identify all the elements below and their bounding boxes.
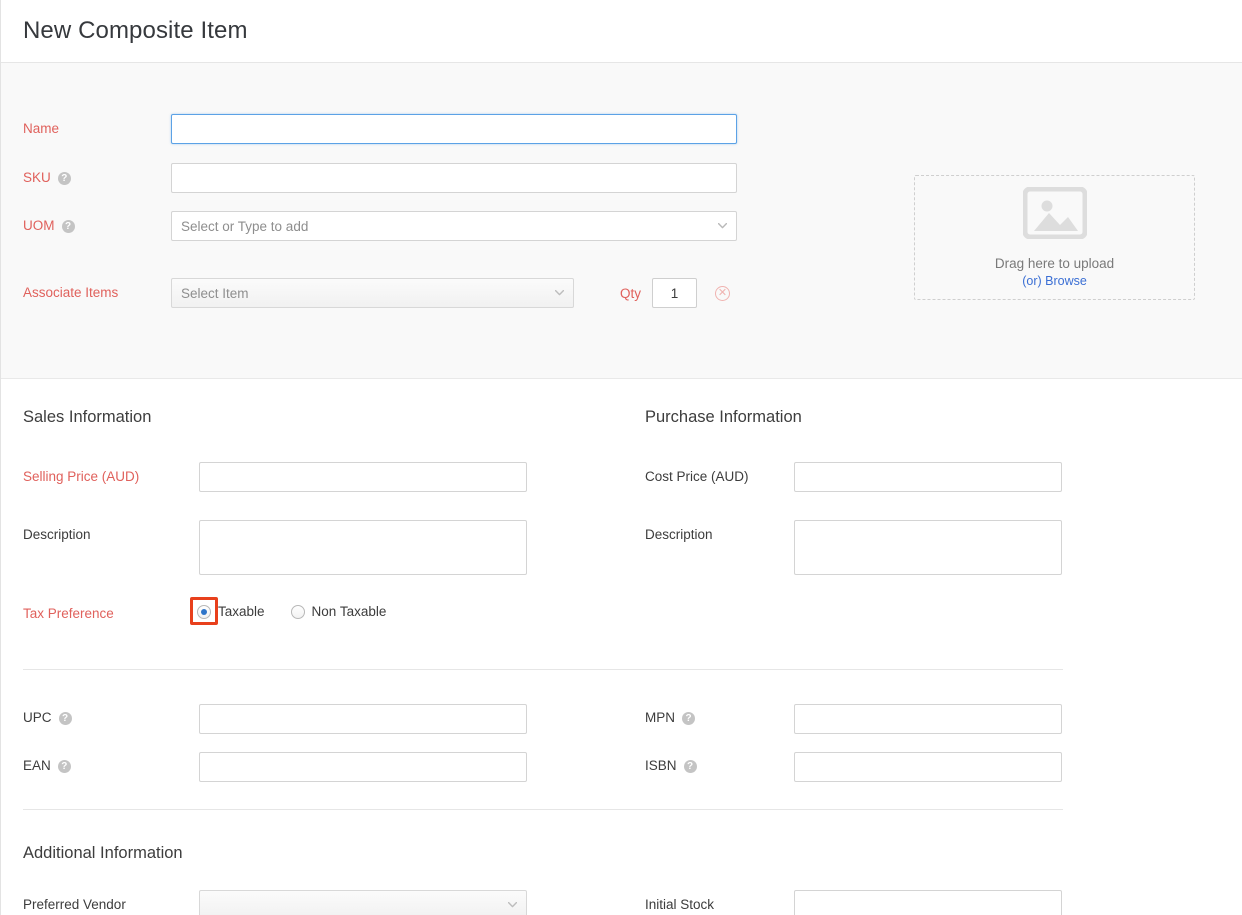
sku-input[interactable] bbox=[171, 163, 737, 193]
uom-select[interactable]: Select or Type to add bbox=[171, 211, 737, 241]
radio-non-taxable[interactable] bbox=[291, 605, 305, 619]
upload-drag-text: Drag here to upload bbox=[995, 256, 1114, 271]
label-uom-text: UOM bbox=[23, 218, 55, 234]
page-title: New Composite Item bbox=[23, 17, 248, 45]
page-header: New Composite Item bbox=[1, 0, 1242, 63]
radio-taxable-label[interactable]: Taxable bbox=[218, 604, 265, 619]
chevron-down-icon bbox=[508, 902, 517, 908]
radio-taxable[interactable] bbox=[197, 605, 211, 619]
label-qty: Qty bbox=[620, 286, 641, 301]
radio-taxable-dot bbox=[201, 609, 207, 615]
label-selling-price: Selling Price (AUD) bbox=[23, 469, 139, 485]
label-preferred-vendor: Preferred Vendor bbox=[23, 897, 126, 913]
name-control bbox=[171, 114, 737, 144]
associate-items-controls: Select Item Qty ✕ bbox=[171, 278, 730, 308]
label-upc-text: UPC bbox=[23, 710, 52, 726]
details-section: Sales Information Purchase Information S… bbox=[1, 379, 1242, 915]
image-upload-dropzone[interactable]: Drag here to upload (or) Browse bbox=[914, 175, 1195, 300]
label-tax-preference: Tax Preference bbox=[23, 606, 114, 622]
divider-additional bbox=[23, 809, 1063, 810]
purchase-description-textarea[interactable] bbox=[794, 520, 1062, 575]
field-row-uom: UOM ? Select or Type to add bbox=[23, 211, 783, 241]
label-ean-text: EAN bbox=[23, 758, 51, 774]
chevron-down-icon bbox=[718, 223, 727, 229]
help-icon-uom[interactable]: ? bbox=[62, 220, 75, 233]
qty-input[interactable] bbox=[652, 278, 697, 308]
label-mpn: MPN ? bbox=[645, 710, 695, 726]
radio-non-taxable-label[interactable]: Non Taxable bbox=[312, 604, 387, 619]
label-name-text: Name bbox=[23, 121, 59, 137]
upload-browse-link[interactable]: (or) Browse bbox=[1022, 274, 1087, 288]
sales-description-textarea[interactable] bbox=[199, 520, 527, 575]
label-sales-description: Description bbox=[23, 527, 91, 543]
tax-preference-options: Taxable Non Taxable bbox=[197, 604, 386, 619]
label-initial-stock: Initial Stock bbox=[645, 897, 714, 913]
sales-information-title: Sales Information bbox=[23, 408, 151, 427]
image-placeholder-icon bbox=[1023, 187, 1087, 244]
associate-item-select[interactable]: Select Item bbox=[171, 278, 574, 308]
label-upc: UPC ? bbox=[23, 710, 72, 726]
purchase-information-title: Purchase Information bbox=[645, 408, 802, 427]
label-uom: UOM ? bbox=[23, 218, 163, 234]
field-row-name: Name bbox=[23, 114, 783, 144]
cost-price-input[interactable] bbox=[794, 462, 1062, 492]
label-ean: EAN ? bbox=[23, 758, 71, 774]
additional-information-title: Additional Information bbox=[23, 844, 183, 863]
label-isbn-text: ISBN bbox=[645, 758, 677, 774]
isbn-input[interactable] bbox=[794, 752, 1062, 782]
sku-control bbox=[171, 163, 737, 193]
label-mpn-text: MPN bbox=[645, 710, 675, 726]
uom-control: Select or Type to add bbox=[171, 211, 737, 241]
label-sku: SKU ? bbox=[23, 170, 163, 186]
field-row-sku: SKU ? bbox=[23, 163, 783, 193]
new-composite-item-page: New Composite Item Name SKU ? UOM bbox=[0, 0, 1242, 915]
ean-input[interactable] bbox=[199, 752, 527, 782]
help-icon-ean[interactable]: ? bbox=[58, 760, 71, 773]
label-associate-items: Associate Items bbox=[23, 285, 163, 301]
help-icon-mpn[interactable]: ? bbox=[682, 712, 695, 725]
name-input[interactable] bbox=[171, 114, 737, 144]
circle-x-icon[interactable]: ✕ bbox=[715, 286, 730, 301]
chevron-down-icon bbox=[555, 290, 564, 296]
associate-item-select-value: Select Item bbox=[181, 286, 249, 301]
label-purchase-description: Description bbox=[645, 527, 713, 543]
primary-details-section: Name SKU ? UOM ? Select or Ty bbox=[1, 63, 1242, 379]
label-sku-text: SKU bbox=[23, 170, 51, 186]
label-cost-price: Cost Price (AUD) bbox=[645, 469, 749, 485]
label-associate-items-text: Associate Items bbox=[23, 285, 118, 301]
label-name: Name bbox=[23, 121, 163, 137]
help-icon-sku[interactable]: ? bbox=[58, 172, 71, 185]
mpn-input[interactable] bbox=[794, 704, 1062, 734]
initial-stock-input[interactable] bbox=[794, 890, 1062, 915]
field-row-associate-items: Associate Items Select Item Qty ✕ bbox=[23, 278, 803, 308]
selling-price-input[interactable] bbox=[199, 462, 527, 492]
upc-input[interactable] bbox=[199, 704, 527, 734]
label-isbn: ISBN ? bbox=[645, 758, 697, 774]
divider-identifiers bbox=[23, 669, 1063, 670]
preferred-vendor-select[interactable] bbox=[199, 890, 527, 915]
help-icon-isbn[interactable]: ? bbox=[684, 760, 697, 773]
uom-select-value: Select or Type to add bbox=[181, 219, 308, 234]
help-icon-upc[interactable]: ? bbox=[59, 712, 72, 725]
